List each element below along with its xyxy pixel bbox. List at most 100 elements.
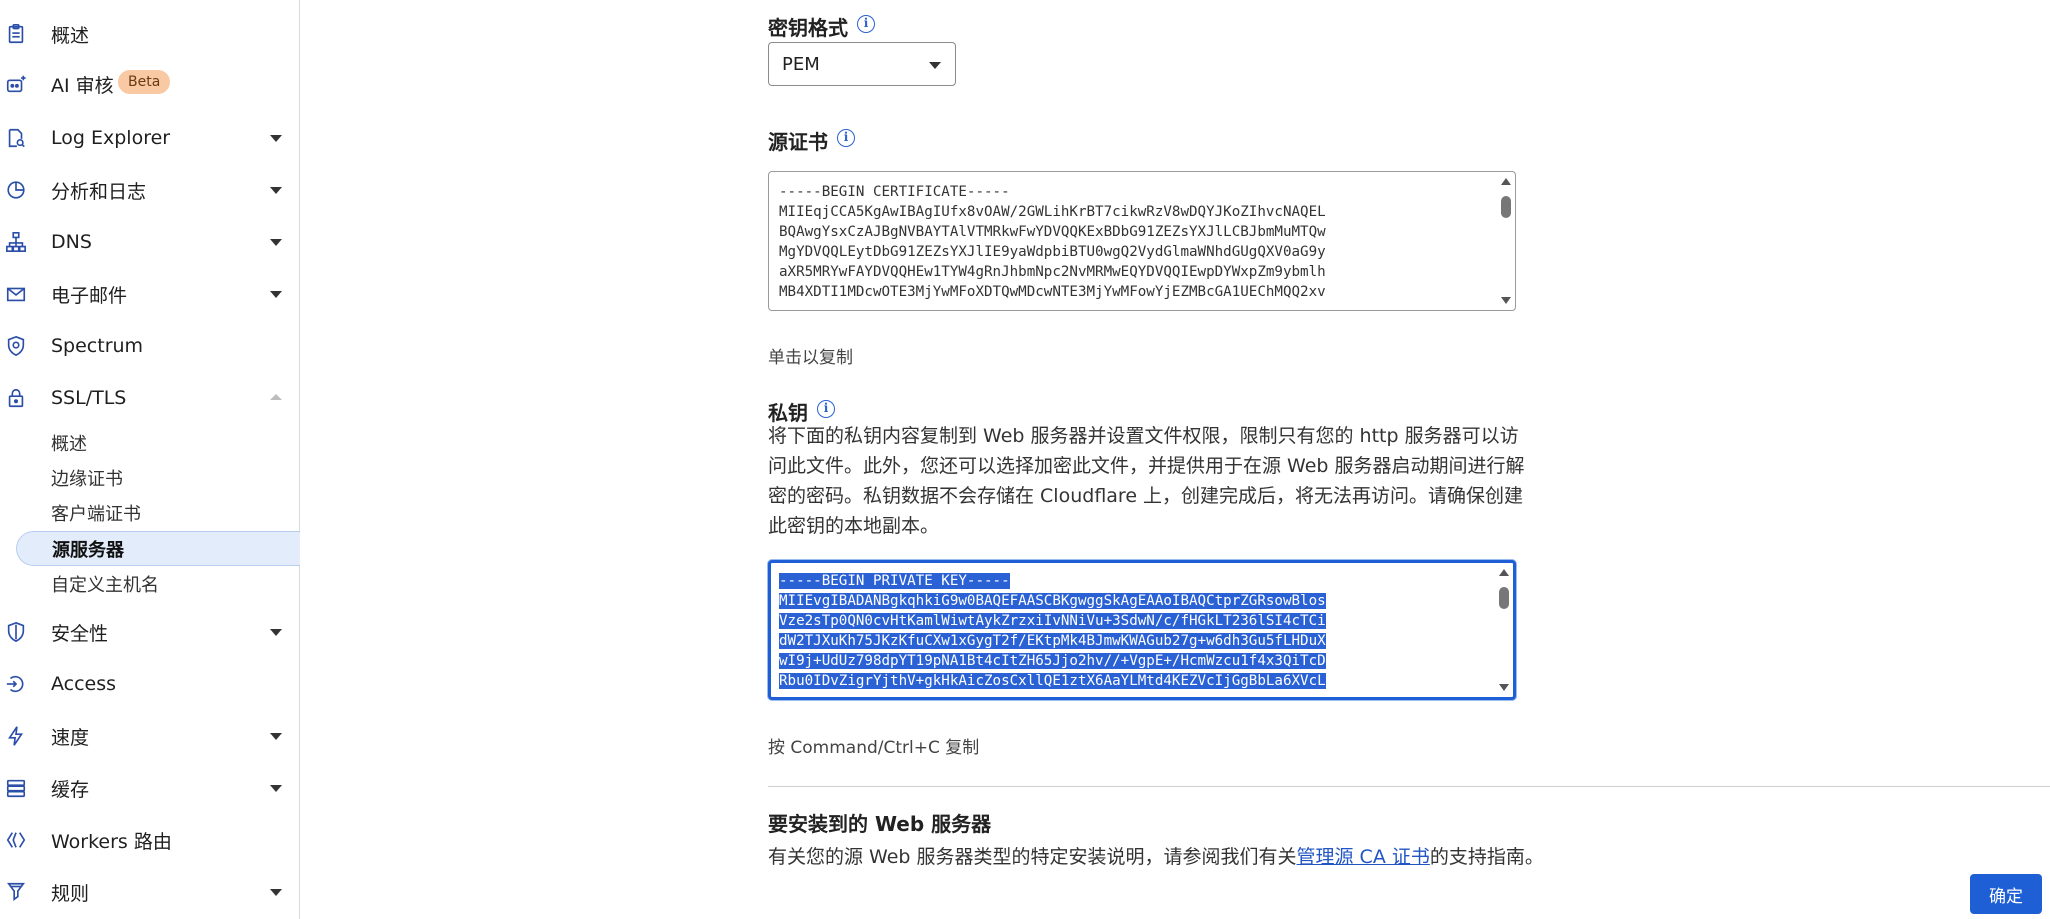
sidebar-item-access[interactable]: Access — [0, 658, 300, 710]
sidebar-item-label: 速度 — [51, 726, 90, 749]
code-line-text: MgYDVQQLEytDbG91ZEZsYXJlIE9yaWdpbiBTU0wg… — [779, 244, 1326, 260]
subnav-item-edge-certificates[interactable]: 边缘证书 — [0, 460, 300, 495]
sidebar-item-cache[interactable]: 缓存 — [0, 762, 300, 814]
code-line-text: dW2TJXuKh75JKzKfuCXw1xGygT2f/EKtpMk4BJmw… — [779, 633, 1326, 649]
workers-icon — [4, 828, 28, 852]
code-line-text: aXR5MRYwFAYDVQQHEw1TYW4gRnJhbmNpc2NvMRMw… — [779, 264, 1326, 280]
sidebar-item-label: Workers 路由 — [51, 830, 172, 853]
scrollbar-thumb[interactable] — [1499, 587, 1509, 609]
shield-gear-icon — [4, 334, 28, 358]
access-icon — [4, 672, 28, 696]
scroll-down-arrow-icon[interactable] — [1501, 297, 1511, 304]
sidebar-item-label: 安全性 — [51, 622, 109, 645]
confirm-button[interactable]: 确定 — [1970, 874, 2042, 914]
code-line: MIIEqjCCA5KgAwIBAgIUfx8vOAW/2GWLihKrBT7c… — [779, 202, 1326, 222]
code-line: MB4XDTI1MDcwOTE3MjYwMFoXDTQwMDcwNTE3MjYw… — [779, 282, 1326, 302]
sidebar-item-dns[interactable]: DNS — [0, 216, 300, 268]
subnav-item-overview[interactable]: 概述 — [0, 425, 300, 460]
install-text-before: 有关您的源 Web 服务器类型的特定安装说明，请参阅我们有关 — [768, 846, 1297, 868]
origin-certificate-textarea[interactable]: -----BEGIN CERTIFICATE----- MIIEqjCCA5KgA… — [768, 171, 1516, 311]
scrollbar[interactable] — [1497, 567, 1511, 693]
sidebar-item-label: SSL/TLS — [51, 387, 127, 409]
chevron-down-icon — [270, 238, 282, 246]
chevron-down-icon — [270, 628, 282, 636]
click-to-copy-hint: 单击以复制 — [768, 348, 853, 368]
subnav-item-label: 自定义主机名 — [51, 574, 159, 596]
pie-chart-icon — [4, 178, 28, 202]
sidebar: 概述 AI 审核 Beta Log Explorer 分析和日志 DNS 电子邮… — [0, 0, 300, 919]
subnav-item-custom-hostnames[interactable]: 自定义主机名 — [0, 566, 300, 601]
info-icon[interactable]: i — [817, 400, 835, 418]
lock-icon — [4, 386, 28, 410]
sidebar-item-rules[interactable]: 规则 — [0, 866, 300, 918]
sidebar-item-label: AI 审核 — [51, 74, 114, 97]
sidebar-item-spectrum[interactable]: Spectrum — [0, 320, 300, 372]
code-line-text: BQAwgYsxCzAJBgNVBAYTAlVTMRkwFwYDVQQKExBD… — [779, 224, 1326, 240]
scroll-up-arrow-icon[interactable] — [1501, 178, 1511, 185]
subnav-item-label: 客户端证书 — [51, 503, 141, 525]
chevron-down-icon — [270, 732, 282, 740]
subnav-item-client-certificates[interactable]: 客户端证书 — [0, 495, 300, 530]
sidebar-item-label: Access — [51, 673, 117, 695]
install-instructions: 有关您的源 Web 服务器类型的特定安装说明，请参阅我们有关管理源 CA 证书的… — [768, 842, 1668, 872]
origin-cert-title: 源证书 — [768, 130, 828, 154]
scrollbar-thumb[interactable] — [1501, 196, 1511, 218]
sidebar-item-ai-review[interactable]: AI 审核 Beta — [0, 58, 300, 110]
copy-shortcut-hint: 按 Command/Ctrl+C 复制 — [768, 738, 980, 758]
subnav-item-label: 边缘证书 — [51, 468, 123, 490]
scroll-down-arrow-icon[interactable] — [1499, 684, 1509, 691]
sidebar-item-email[interactable]: 电子邮件 — [0, 268, 300, 320]
code-line: dW2TJXuKh75JKzKfuCXw1xGygT2f/EKtpMk4BJmw… — [779, 631, 1326, 651]
shield-icon — [4, 620, 28, 644]
sidebar-item-log-explorer[interactable]: Log Explorer — [0, 112, 300, 164]
storage-icon — [4, 776, 28, 800]
beta-badge: Beta — [118, 70, 171, 94]
code-line: -----BEGIN PRIVATE KEY----- — [779, 571, 1326, 591]
sidebar-item-label: 分析和日志 — [51, 180, 147, 203]
key-format-select[interactable]: PEM — [768, 42, 956, 86]
code-line: MgYDVQQLEytDbG91ZEZsYXJlIE9yaWdpbiBTU0wg… — [779, 242, 1326, 262]
code-line: Vze2sTp0QN0cvHtKamlWiwtAykZrzxiIvNNiVu+3… — [779, 611, 1326, 631]
sidebar-item-label: Log Explorer — [51, 127, 171, 149]
scroll-up-arrow-icon[interactable] — [1499, 569, 1509, 576]
sidebar-item-label: Spectrum — [51, 335, 144, 357]
sidebar-item-label: 概述 — [51, 24, 90, 47]
info-icon[interactable]: i — [857, 15, 875, 33]
sidebar-item-label: 电子邮件 — [51, 284, 128, 307]
subnav-item-label: 概述 — [51, 433, 87, 455]
scrollbar[interactable] — [1499, 176, 1513, 306]
code-line: aXR5MRYwFAYDVQQHEw1TYW4gRnJhbmNpc2NvMRMw… — [779, 262, 1326, 282]
sidebar-item-label: 规则 — [51, 882, 90, 905]
private-key-text: -----BEGIN PRIVATE KEY----- MIIEvgIBADANB… — [779, 571, 1326, 691]
install-title: 要安装到的 Web 服务器 — [768, 812, 992, 836]
code-line: BQAwgYsxCzAJBgNVBAYTAlVTMRkwFwYDVQQKExBD… — [779, 222, 1326, 242]
chevron-down-icon — [929, 62, 941, 69]
private-key-textarea[interactable]: -----BEGIN PRIVATE KEY----- MIIEvgIBADANB… — [768, 560, 1516, 700]
sidebar-item-ssl-tls[interactable]: SSL/TLS — [0, 372, 300, 424]
code-line-text: Vze2sTp0QN0cvHtKamlWiwtAykZrzxiIvNNiVu+3… — [779, 613, 1326, 629]
sidebar-item-analytics[interactable]: 分析和日志 — [0, 164, 300, 216]
sidebar-item-speed[interactable]: 速度 — [0, 710, 300, 762]
email-icon — [4, 282, 28, 306]
log-search-icon — [4, 126, 28, 150]
subnav-item-origin-server[interactable]: 源服务器 — [16, 531, 300, 566]
chevron-down-icon — [270, 888, 282, 896]
sidebar-item-workers-routes[interactable]: Workers 路由 — [0, 814, 300, 866]
bot-icon — [4, 72, 28, 96]
private-key-description: 将下面的私钥内容复制到 Web 服务器并设置文件权限，限制只有您的 http 服… — [768, 425, 1525, 537]
sidebar-item-overview[interactable]: 概述 — [0, 8, 300, 60]
info-icon[interactable]: i — [837, 129, 855, 147]
sidebar-item-security[interactable]: 安全性 — [0, 606, 300, 658]
key-format-title: 密钥格式 — [768, 16, 848, 40]
code-line-text: MIIEvgIBADANBgkqhkiG9w0BAQEFAASCBKgwggSk… — [779, 593, 1326, 609]
manage-origin-ca-link[interactable]: 管理源 CA 证书 — [1297, 846, 1430, 868]
code-line-text: -----BEGIN PRIVATE KEY----- — [779, 573, 1010, 589]
rules-icon — [4, 880, 28, 904]
code-line-text: Rbu0IDvZigrYjthV+gkHkAicZosCxllQE1ztX6Aa… — [779, 673, 1326, 689]
code-line: Rbu0IDvZigrYjthV+gkHkAicZosCxllQE1ztX6Aa… — [779, 671, 1326, 691]
key-format-selected-value: PEM — [782, 54, 820, 75]
divider — [768, 786, 2050, 787]
chevron-up-icon — [270, 394, 282, 400]
subnav-item-label: 源服务器 — [52, 539, 124, 561]
clipboard-icon — [4, 22, 28, 46]
